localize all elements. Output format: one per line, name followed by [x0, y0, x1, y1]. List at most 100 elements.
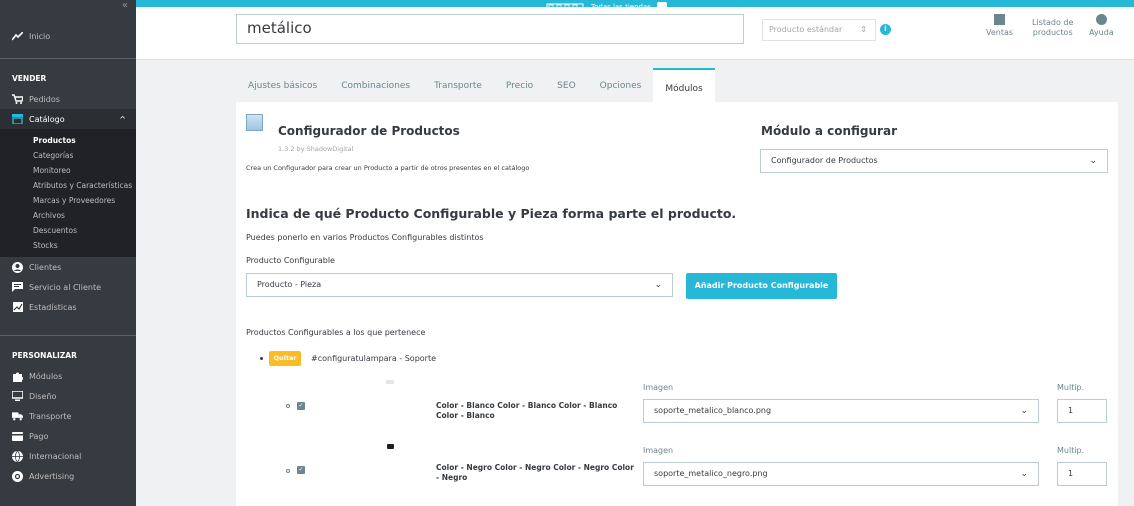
radio-circle — [286, 404, 290, 408]
combo-checkbox-black[interactable]: ✓ — [297, 466, 305, 474]
puzzle-icon — [12, 371, 23, 382]
tab-basic-settings[interactable]: Ajustes básicos — [236, 70, 329, 102]
sidebar-item-payment[interactable]: Pago — [0, 426, 136, 446]
store-toggle[interactable] — [656, 2, 667, 12]
combo-label-black: Color - Negro Color - Negro Color - Negr… — [436, 463, 634, 482]
multip-input-white[interactable]: 1 — [1057, 399, 1107, 423]
catalog-submenu: Productos Categorías Monitoreo Atributos… — [0, 129, 136, 257]
sidebar-item-label: Transporte — [29, 411, 72, 421]
sidebar-item-label: Pago — [29, 431, 49, 441]
submenu-item-monitoring[interactable]: Monitoreo — [0, 163, 136, 178]
sidebar-item-label: Estadísticas — [29, 302, 77, 312]
submenu-item-attributes[interactable]: Atributos y Características — [0, 178, 136, 193]
combo-label-white: Color - Blanco Color - Blanco Color - Bl… — [436, 401, 618, 420]
select-arrows-icon: ⇕ — [860, 25, 867, 34]
sidebar-item-clients[interactable]: Clientes — [0, 257, 136, 277]
configurable-product-label: Producto Configurable — [246, 256, 335, 265]
configurable-product-select[interactable]: Producto - Pieza ⌄ — [246, 273, 673, 297]
module-description: Crea un Configurador para crear un Produ… — [246, 164, 530, 172]
bar-chart-icon — [994, 14, 1006, 25]
multip-input-black[interactable]: 1 — [1057, 462, 1107, 486]
module-logo — [246, 114, 263, 131]
submenu-item-products[interactable]: Productos — [0, 133, 136, 148]
product-type-value: Producto estándar — [769, 25, 843, 34]
image-label: Imagen — [643, 446, 674, 455]
app-root: « Inicio VENDER Pedidos Catálogo ^ Produ… — [0, 0, 1134, 506]
product-name-input[interactable]: metálico — [236, 14, 744, 44]
sidebar-item-stats[interactable]: Estadísticas — [0, 297, 136, 317]
sidebar-item-label: Pedidos — [29, 94, 60, 104]
tab-modules[interactable]: Módulos — [653, 68, 715, 102]
submenu-item-files[interactable]: Archivos — [0, 208, 136, 223]
store-label: Todas las tiendas — [591, 3, 651, 11]
chevron-down-icon: ⌄ — [1020, 469, 1028, 479]
submenu-item-brands[interactable]: Marcas y Proveedores — [0, 193, 136, 208]
section-title-sell: VENDER — [12, 73, 47, 83]
chevron-down-icon: ⌄ — [1020, 406, 1028, 416]
radio-circle — [286, 469, 290, 473]
sales-button[interactable]: Ventas — [986, 14, 1013, 37]
divider — [0, 58, 136, 59]
help-label: Ayuda — [1089, 28, 1114, 37]
submenu-item-stocks[interactable]: Stocks — [0, 238, 136, 253]
sidebar-item-label: Catálogo — [29, 114, 65, 124]
image-select-value: soporte_metalico_negro.png — [654, 469, 768, 478]
sidebar-item-catalog[interactable]: Catálogo ^ — [0, 109, 136, 129]
sidebar-item-international[interactable]: Internacional — [0, 446, 136, 466]
divider — [0, 335, 136, 336]
chart-icon — [12, 302, 23, 313]
sidebar-item-label: Servicio al Cliente — [29, 282, 102, 292]
add-configurable-product-button[interactable]: Añadir Producto Configurable — [686, 273, 837, 299]
sidebar-item-design[interactable]: Diseño — [0, 386, 136, 406]
monitor-icon — [12, 391, 23, 402]
section-help: Puedes ponerlo en varios Productos Confi… — [246, 233, 484, 242]
sidebar-item-label: Diseño — [29, 391, 57, 401]
sidebar-item-label: Módulos — [29, 371, 63, 381]
sidebar-item-shipping[interactable]: Transporte — [0, 406, 136, 426]
submenu-item-categories[interactable]: Categorías — [0, 148, 136, 163]
image-label: Imagen — [643, 383, 674, 392]
tab-combinations[interactable]: Combinaciones — [329, 70, 422, 102]
multip-label: Multip. — [1057, 383, 1085, 392]
module-configure-select[interactable]: Configurador de Productos ⌄ — [760, 149, 1108, 173]
chevron-down-icon: ⌄ — [1089, 156, 1097, 166]
at-sign-icon — [12, 470, 23, 482]
tab-seo[interactable]: SEO — [545, 70, 587, 102]
image-select-white[interactable]: soporte_metalico_blanco.png ⌄ — [643, 399, 1039, 423]
sidebar: « Inicio VENDER Pedidos Catálogo ^ Produ… — [0, 0, 136, 506]
help-button[interactable]: Ayuda — [1089, 14, 1114, 37]
combo-checkbox-white[interactable]: ✓ — [297, 402, 305, 410]
chat-icon — [12, 282, 23, 293]
image-select-black[interactable]: soporte_metalico_negro.png ⌄ — [643, 462, 1039, 486]
sidebar-item-label: Clientes — [29, 262, 62, 272]
tab-options[interactable]: Opciones — [588, 70, 654, 102]
sidebar-item-advertising[interactable]: Advertising — [0, 466, 136, 486]
product-list-label-1: Listado de — [1032, 18, 1074, 27]
product-thumbnail-black — [387, 444, 394, 449]
info-icon[interactable]: i — [880, 24, 891, 35]
sidebar-item-orders[interactable]: Pedidos — [0, 89, 136, 109]
submenu-item-discounts[interactable]: Descuentos — [0, 223, 136, 238]
sidebar-item-customer-service[interactable]: Servicio al Cliente — [0, 277, 136, 297]
tab-shipping[interactable]: Transporte — [422, 70, 494, 102]
credit-card-icon — [12, 431, 23, 442]
belongs-label: Productos Configurables a los que perten… — [246, 328, 426, 337]
sales-label: Ventas — [986, 28, 1014, 37]
module-version: 1.3.2 by ShadowDigital — [278, 145, 354, 153]
product-list-button[interactable]: Listado de productos — [1032, 18, 1073, 38]
sidebar-item-modules[interactable]: Módulos — [0, 366, 136, 386]
modules-panel: Configurador de Productos 1.3.2 by Shado… — [236, 102, 1118, 506]
shop-logo-icon — [546, 3, 584, 11]
sidebar-item-home[interactable]: Inicio — [0, 26, 136, 46]
remove-button[interactable]: Quitar — [269, 351, 301, 366]
tab-price[interactable]: Precio — [494, 70, 545, 102]
sidebar-item-label: Internacional — [29, 451, 82, 461]
product-type-select[interactable]: Producto estándar ⇕ — [762, 19, 876, 41]
store-selector[interactable]: Todas las tiendas — [545, 0, 667, 14]
image-select-value: soporte_metalico_blanco.png — [654, 406, 772, 415]
trend-icon — [12, 31, 23, 42]
collapse-icon[interactable]: « — [122, 0, 128, 11]
help-icon — [1095, 14, 1107, 25]
globe-icon — [12, 450, 23, 462]
chevron-down-icon: ⌄ — [654, 280, 662, 290]
